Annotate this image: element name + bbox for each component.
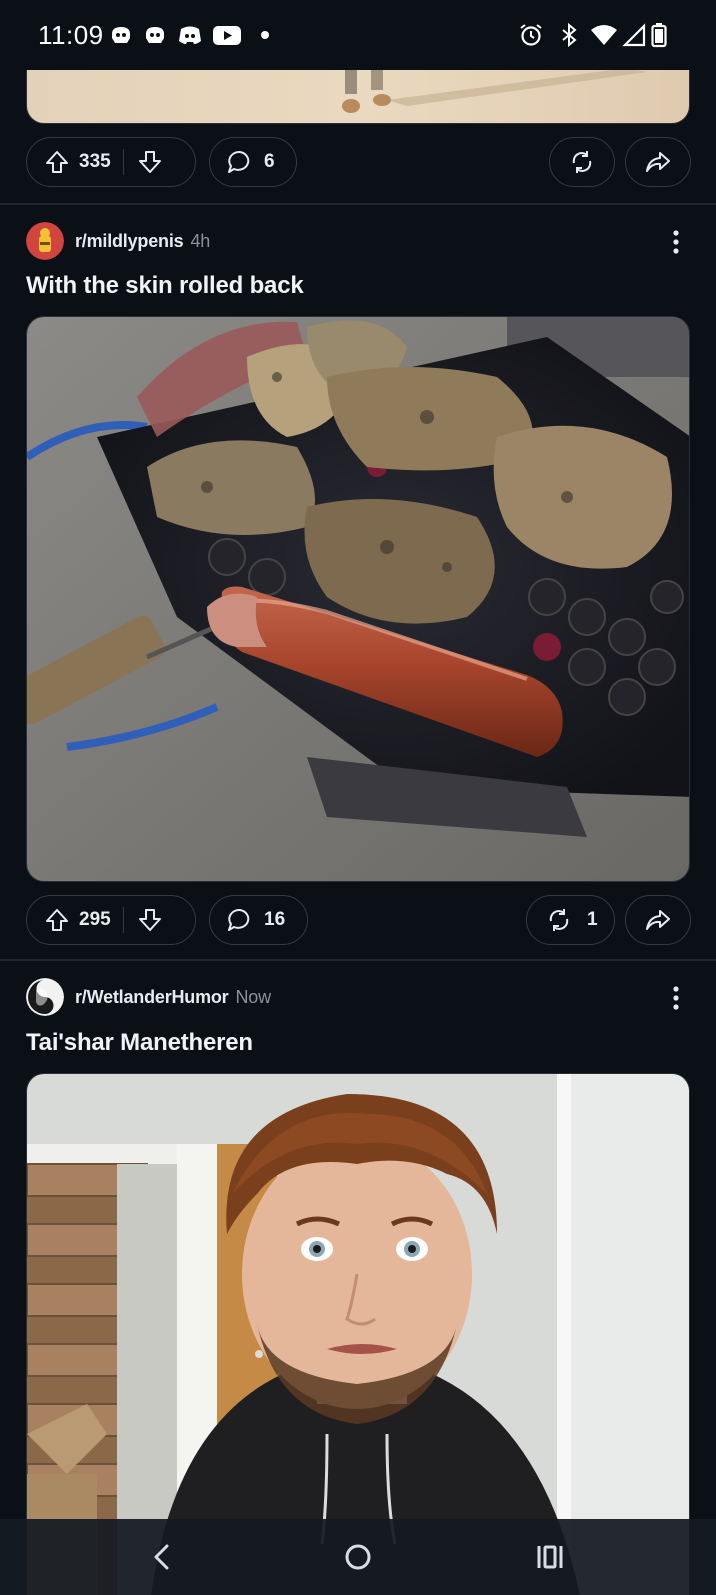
subreddit-header: r/mildlypenis 4h xyxy=(75,231,210,252)
crosspost-count: 1 xyxy=(587,909,598,930)
post-title[interactable]: Tai'shar Manetheren xyxy=(26,1029,253,1057)
discord-icon xyxy=(179,26,201,44)
comment-count: 6 xyxy=(264,151,275,172)
comment-count: 16 xyxy=(264,909,286,930)
subreddit-avatar[interactable] xyxy=(26,222,64,260)
downvote-icon[interactable] xyxy=(136,906,164,934)
crosspost-icon xyxy=(572,151,592,173)
alarm-icon xyxy=(520,24,542,46)
crosspost-icon xyxy=(549,909,569,931)
comment-icon xyxy=(228,150,250,173)
system-nav-bar xyxy=(0,1519,716,1595)
comments-button[interactable]: 16 xyxy=(209,895,308,945)
upvote-icon[interactable] xyxy=(43,148,71,176)
upvote-count: 335 xyxy=(79,151,111,172)
avatar-image xyxy=(26,222,64,260)
downvote-icon[interactable] xyxy=(136,148,164,176)
upvote-count: 295 xyxy=(79,909,111,930)
subreddit-header: r/WetlanderHumor Now xyxy=(75,987,271,1008)
crosspost-button[interactable]: 1 xyxy=(526,895,615,945)
bluetooth-icon xyxy=(562,22,577,48)
robot-icon xyxy=(146,27,164,43)
share-button[interactable] xyxy=(625,895,691,945)
post-title[interactable]: With the skin rolled back xyxy=(26,272,304,300)
avatar-image xyxy=(26,978,64,1016)
share-icon xyxy=(646,910,670,930)
upvote-icon[interactable] xyxy=(43,906,71,934)
more-options-icon[interactable] xyxy=(664,227,688,257)
subreddit-name[interactable]: r/mildlypenis xyxy=(75,231,184,251)
vote-divider xyxy=(123,149,124,175)
post-image[interactable] xyxy=(26,1073,690,1595)
post-separator xyxy=(0,959,716,961)
battery-icon xyxy=(651,23,667,48)
comment-icon xyxy=(228,908,250,931)
share-icon xyxy=(646,152,670,172)
notification-dot xyxy=(261,31,269,39)
back-icon[interactable] xyxy=(143,1537,183,1577)
vote-divider xyxy=(123,907,124,933)
status-time: 11:09 xyxy=(38,20,104,50)
post-time: Now xyxy=(235,987,272,1007)
image-content xyxy=(27,1074,689,1595)
post-time: 4h xyxy=(190,231,211,251)
crosspost-button[interactable] xyxy=(549,137,615,187)
subreddit-avatar[interactable] xyxy=(26,978,64,1016)
vote-bar: 295 xyxy=(26,895,196,945)
share-button[interactable] xyxy=(625,137,691,187)
signal-icon xyxy=(622,23,646,47)
post-separator xyxy=(0,203,716,205)
post-image[interactable] xyxy=(26,316,690,882)
robot-icon xyxy=(112,27,130,43)
more-options-icon[interactable] xyxy=(664,983,688,1013)
youtube-icon xyxy=(213,26,241,45)
home-icon[interactable] xyxy=(338,1537,378,1577)
recents-icon[interactable] xyxy=(530,1537,570,1577)
wifi-icon xyxy=(591,25,617,45)
comments-button[interactable]: 6 xyxy=(209,137,297,187)
subreddit-name[interactable]: r/WetlanderHumor xyxy=(75,987,229,1007)
status-bar: 11:09 xyxy=(0,0,716,70)
reddit-feed-screen: 11:09 335 6 r/mildlypenis 4h With the sk… xyxy=(0,0,716,1595)
image-content xyxy=(27,317,689,881)
vote-bar: 335 xyxy=(26,137,196,187)
